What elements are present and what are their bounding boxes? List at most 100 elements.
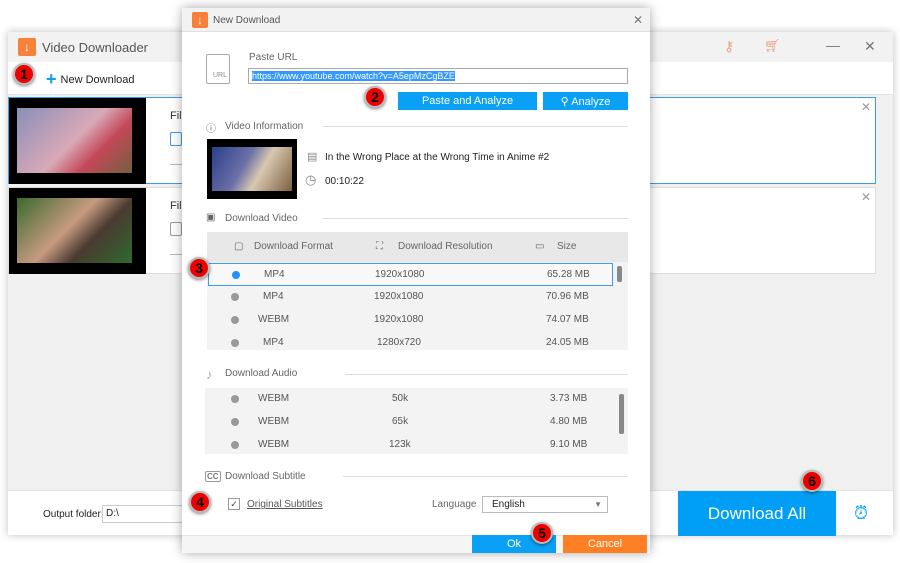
download-audio-label: Download Audio	[225, 368, 298, 379]
divider	[323, 126, 628, 127]
video-row[interactable]: MP4 1920x1080 70.96 MB	[207, 286, 617, 309]
audio-row[interactable]: WEBM 123k 9.10 MB	[205, 434, 615, 457]
download-video-label: Download Video	[225, 213, 298, 224]
language-select[interactable]: English ▼	[482, 496, 608, 513]
music-note-icon: ♪	[206, 367, 213, 382]
original-subtitles-checkbox[interactable]: ✓	[228, 498, 240, 510]
radio-icon	[231, 418, 239, 426]
size-cell: 70.96 MB	[546, 291, 589, 302]
video-format-table: ▢ Download Format ⛶ Download Resolution …	[207, 232, 628, 350]
resolution-cell: 1920x1080	[375, 269, 425, 280]
paste-url-label: Paste URL	[249, 52, 298, 63]
video-duration: 00:10:22	[325, 176, 364, 187]
plus-icon: +	[46, 69, 57, 89]
clock-icon: ◷	[305, 172, 317, 187]
format-header-icon: ▢	[234, 241, 244, 252]
video-row[interactable]: MP4 1280x720 24.05 MB	[207, 332, 617, 355]
bitrate-cell: 50k	[392, 393, 409, 404]
selected-check-icon	[232, 271, 240, 279]
video-info-thumbnail	[207, 139, 297, 199]
format-cell: WEBM	[258, 393, 290, 404]
format-header: Download Format	[254, 241, 333, 252]
resolution-cell: 1280x720	[377, 337, 421, 348]
step-badge-2: 2	[364, 86, 386, 108]
audio-row[interactable]: WEBM 65k 4.80 MB	[205, 411, 615, 434]
divider	[343, 476, 628, 477]
info-icon: ⓘ	[206, 124, 216, 135]
size-cell: 9.10 MB	[550, 439, 588, 450]
app-title: Video Downloader	[42, 40, 148, 55]
audio-scrollbar[interactable]	[619, 394, 624, 434]
download-subtitle-label: Download Subtitle	[225, 471, 306, 482]
format-cell: MP4	[263, 291, 284, 302]
video-scrollbar[interactable]	[617, 266, 622, 282]
url-paste-icon: URL	[206, 54, 230, 84]
analyze-label: Analyze	[571, 95, 611, 108]
key-icon[interactable]: ⚷	[724, 38, 734, 55]
chevron-down-icon: ▼	[594, 500, 602, 509]
size-cell: 65.28 MB	[547, 269, 590, 280]
format-cell: WEBM	[258, 416, 290, 427]
cancel-button[interactable]: Cancel	[563, 535, 647, 553]
divider	[323, 218, 628, 219]
size-header-icon: ▭	[535, 241, 545, 252]
analyze-button[interactable]: ⚲ Analyze	[543, 92, 628, 110]
output-folder-label: Output folder:	[43, 509, 104, 520]
radio-icon	[231, 339, 239, 347]
close-button[interactable]: ✕	[864, 38, 876, 55]
dialog-title-bar: ↓ New Download ✕	[182, 8, 650, 32]
remove-item-icon[interactable]: ✕	[861, 100, 871, 114]
step-badge-6: 6	[801, 470, 823, 492]
minimize-button[interactable]: —	[826, 37, 840, 53]
video-thumbnail	[9, 98, 146, 184]
resolution-header: Download Resolution	[398, 241, 493, 252]
language-value: English	[492, 499, 525, 510]
step-badge-4: 4	[189, 491, 211, 513]
film-icon: ▣	[206, 212, 216, 223]
format-cell: MP4	[264, 269, 285, 280]
url-input[interactable]: https://www.youtube.com/watch?v=A5epMzCg…	[248, 68, 628, 84]
closed-caption-icon: CC	[205, 471, 221, 482]
dialog-close-button[interactable]: ✕	[633, 13, 643, 27]
step-badge-3: 3	[188, 257, 210, 279]
new-download-button[interactable]: + New Download	[46, 69, 135, 90]
bitrate-cell: 65k	[392, 416, 409, 427]
size-cell: 4.80 MB	[550, 416, 588, 427]
paste-and-analyze-label: Paste and Analyze	[421, 95, 514, 107]
document-icon: ▤	[307, 151, 318, 163]
table-header: ▢ Download Format ⛶ Download Resolution …	[207, 232, 628, 262]
audio-row[interactable]: WEBM 50k 3.73 MB	[205, 388, 615, 411]
paste-and-analyze-button[interactable]: Paste and Analyze	[398, 92, 537, 110]
size-cell: 24.05 MB	[546, 337, 589, 348]
video-thumbnail	[9, 188, 146, 274]
resolution-cell: 1920x1080	[374, 314, 424, 325]
output-folder-input[interactable]: D:\	[102, 505, 192, 523]
video-file-icon	[170, 222, 182, 236]
search-icon: ⚲	[560, 95, 572, 108]
remove-item-icon[interactable]: ✕	[861, 190, 871, 204]
video-row-selected[interactable]: MP4 1920x1080 65.28 MB	[208, 263, 613, 286]
radio-icon	[231, 441, 239, 449]
radio-icon	[231, 395, 239, 403]
format-cell: WEBM	[258, 314, 290, 325]
resolution-cell: 1920x1080	[374, 291, 424, 302]
dialog-title: New Download	[213, 15, 281, 26]
download-all-button[interactable]: Download All	[678, 491, 836, 536]
size-header: Size	[557, 241, 577, 252]
url-value: https://www.youtube.com/watch?v=A5epMzCg…	[252, 71, 455, 81]
language-label: Language	[432, 499, 477, 510]
app-logo-icon: ↓	[18, 38, 36, 56]
video-info-label: Video Information	[225, 121, 304, 132]
original-subtitles-label[interactable]: Original Subtitles	[247, 499, 323, 510]
divider	[345, 374, 628, 375]
dialog-logo-icon: ↓	[192, 12, 208, 28]
bitrate-cell: 123k	[389, 439, 411, 450]
video-title: In the Wrong Place at the Wrong Time in …	[325, 152, 550, 163]
video-row[interactable]: WEBM 1920x1080 74.07 MB	[207, 309, 617, 332]
format-cell: MP4	[263, 337, 284, 348]
cart-icon[interactable]: 🛒︎	[764, 38, 781, 54]
video-file-icon	[170, 132, 182, 146]
radio-icon	[231, 293, 239, 301]
alarm-clock-icon[interactable]: ⏰︎	[854, 503, 868, 524]
new-download-label: New Download	[60, 73, 135, 86]
